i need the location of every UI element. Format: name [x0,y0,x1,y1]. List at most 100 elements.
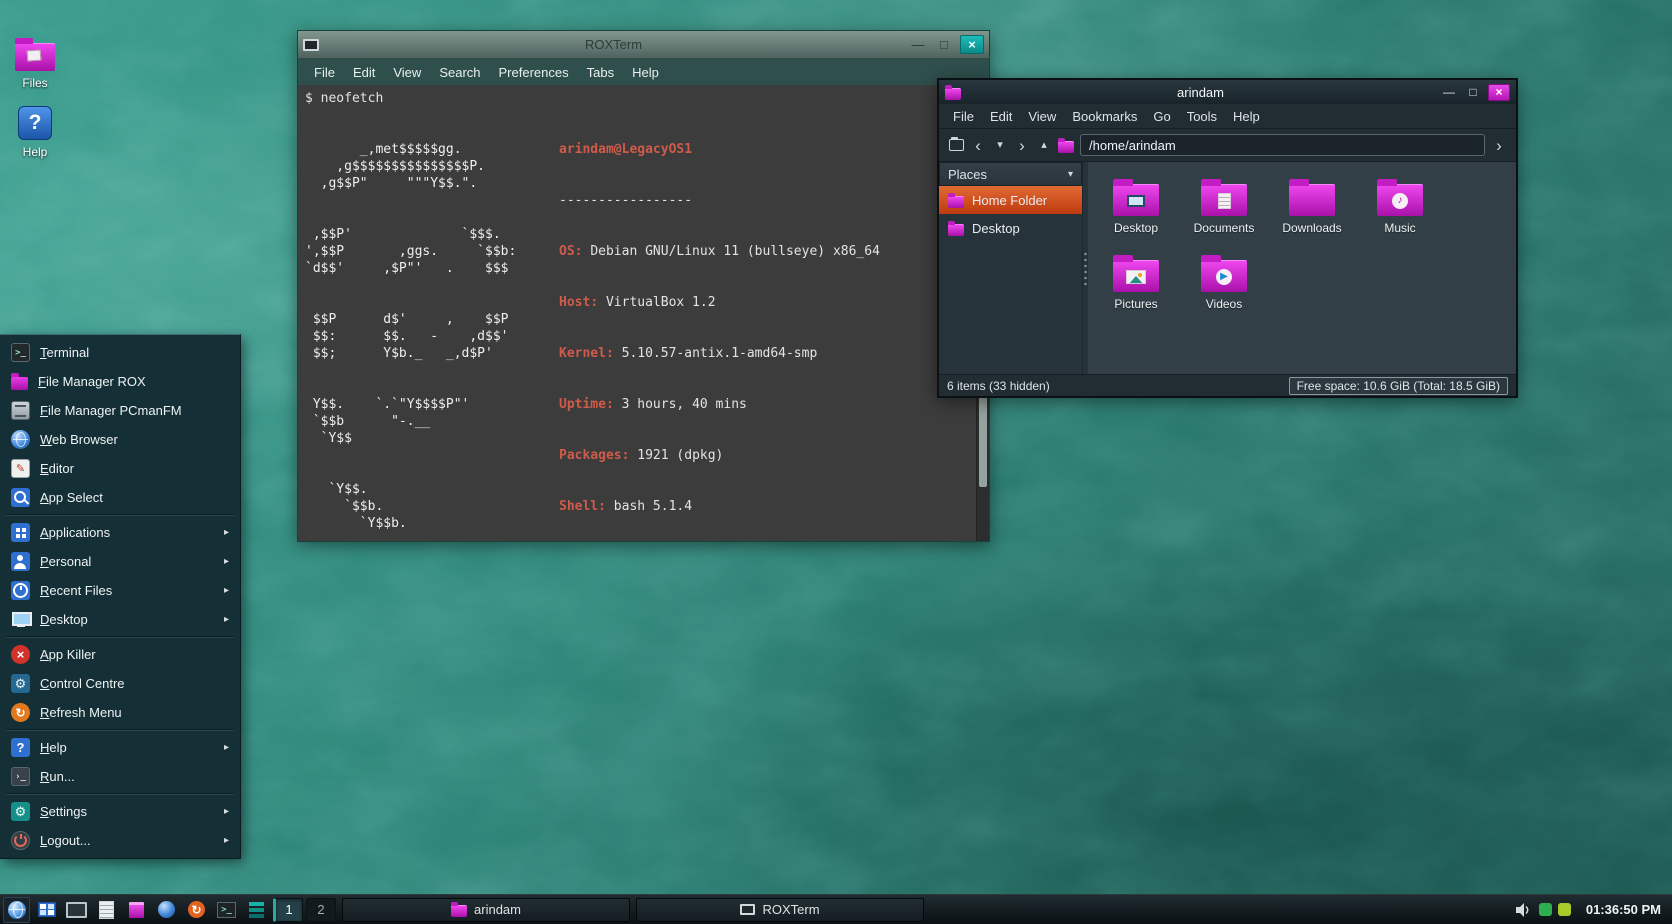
menu-item-file-manager-pcmanfm[interactable]: File Manager PCmanFM [0,396,240,425]
files-folder-icon [15,43,55,71]
info-row: Shellbash 5.1.4 [559,498,911,515]
app-killer-icon [11,645,30,664]
menu-item-terminal[interactable]: Terminal [0,338,240,367]
folder-item-videos[interactable]: ▶ Videos [1180,252,1268,328]
folder-item-documents[interactable]: Documents [1180,176,1268,252]
menu-item-control-centre[interactable]: Control Centre [0,669,240,698]
menu-item-help[interactable]: Help▸ [0,733,240,762]
command-line: $ neofetch [305,90,976,107]
volume-icon[interactable] [1515,903,1533,917]
roxterm-window: ROXTerm — □ × File Edit View Search Pref… [297,30,990,542]
folder-item-pictures[interactable]: Pictures [1092,252,1180,328]
close-button[interactable]: × [960,35,984,54]
quick-launch-package-manager[interactable] [123,897,150,923]
menu-edit[interactable]: Edit [982,106,1020,127]
menu-edit[interactable]: Edit [345,62,383,83]
maximize-button[interactable]: □ [1464,85,1482,99]
minimize-button[interactable]: — [1440,85,1458,99]
terminal-viewport[interactable]: $ neofetch _,met$$$$$gg. ,g$$$$$$$$$$$$$… [298,85,976,541]
quick-launch-workspaces[interactable] [243,897,270,923]
up-button[interactable]: ▴ [1036,140,1052,151]
menu-item-app-select[interactable]: App Select [0,483,240,512]
menu-view[interactable]: View [385,62,429,83]
menu-go[interactable]: Go [1145,106,1178,127]
new-tab-button[interactable] [948,139,964,151]
roxterm-menubar: File Edit View Search Preferences Tabs H… [298,59,989,85]
places-mode-selector[interactable]: Places ▾ [939,162,1082,186]
refresh-icon [11,703,30,722]
menu-item-run[interactable]: Run... [0,762,240,791]
tray-icon[interactable] [1558,903,1571,916]
file-manager-body: Places ▾ Home Folder Desktop Desktop [939,162,1516,374]
terminal-window-icon [303,39,319,51]
menu-item-app-killer[interactable]: App Killer [0,640,240,669]
sidebar-item-desktop[interactable]: Desktop [939,214,1082,242]
file-manager-titlebar[interactable]: arindam — □ × [939,80,1516,104]
tray-icon[interactable] [1539,903,1552,916]
status-bar: 6 items (33 hidden) Free space: 10.6 GiB… [939,374,1516,396]
menu-help[interactable]: Help [624,62,667,83]
menu-item-web-browser[interactable]: Web Browser [0,425,240,454]
desktop-icon-label: Help [23,145,48,159]
submenu-arrow-icon: ▸ [224,585,229,596]
menu-tabs[interactable]: Tabs [579,62,622,83]
menu-bookmarks[interactable]: Bookmarks [1064,106,1145,127]
taskbar-task-roxterm[interactable]: ROXTerm [636,898,924,922]
menu-preferences[interactable]: Preferences [491,62,577,83]
quick-launch-window-list[interactable] [33,897,60,923]
submenu-arrow-icon: ▸ [224,527,229,538]
menu-item-applications[interactable]: Applications▸ [0,518,240,547]
menu-item-file-manager-rox[interactable]: File Manager ROX [0,367,240,396]
menu-item-settings[interactable]: Settings▸ [0,797,240,826]
folder-item-desktop[interactable]: Desktop [1092,176,1180,252]
folder-item-downloads[interactable]: Downloads [1268,176,1356,252]
folder-item-music[interactable]: ♪ Music [1356,176,1444,252]
start-menu-button[interactable] [3,897,30,923]
forward-button[interactable]: › [1014,137,1030,154]
menu-item-refresh-menu[interactable]: Refresh Menu [0,698,240,727]
menu-item-personal[interactable]: Personal▸ [0,547,240,576]
quick-launch-terminal[interactable] [213,897,240,923]
go-button[interactable]: › [1491,137,1507,154]
roxterm-titlebar[interactable]: ROXTerm — □ × [298,31,989,59]
menu-item-desktop[interactable]: Desktop▸ [0,605,240,634]
menu-view[interactable]: View [1020,106,1064,127]
splitter-grip-icon [1084,251,1087,285]
folder-icon: ▶ [1201,260,1247,292]
quick-launch-text-editor[interactable] [93,897,120,923]
desktop-icon-files[interactable]: Files [6,36,64,90]
window-title: ROXTerm [325,37,902,52]
file-icon-view[interactable]: Desktop Documents Downloads ♪ Music Pict… [1088,162,1516,374]
history-dropdown-icon[interactable]: ▾ [992,140,1008,151]
quick-launch-monitor[interactable] [63,897,90,923]
menu-search[interactable]: Search [431,62,488,83]
menu-item-recent-files[interactable]: Recent Files▸ [0,576,240,605]
info-row: Packages1921 (dpkg) [559,447,911,464]
close-button[interactable]: × [1488,84,1510,101]
free-space-indicator: Free space: 10.6 GiB (Total: 18.5 GiB) [1289,377,1508,395]
workspace-2-button[interactable]: 2 [306,898,336,922]
sidebar-item-home-folder[interactable]: Home Folder [939,186,1082,214]
items-count: 6 items (33 hidden) [947,379,1050,393]
menu-tools[interactable]: Tools [1179,106,1225,127]
menu-help[interactable]: Help [1225,106,1268,127]
home-button[interactable] [1058,138,1074,153]
applications-icon [11,523,30,542]
menu-file[interactable]: File [306,62,343,83]
maximize-button[interactable]: □ [934,37,954,52]
quick-launch-web-browser[interactable] [153,897,180,923]
back-button[interactable]: ‹ [970,137,986,154]
quick-launch-updater[interactable] [183,897,210,923]
workspace-1-button[interactable]: 1 [273,898,303,922]
taskbar-task-arindam[interactable]: arindam [342,898,630,922]
minimize-button[interactable]: — [908,37,928,52]
desktop-icon-help[interactable]: Help [6,106,64,159]
taskbar-clock[interactable]: 01:36:50 PM [1578,902,1669,917]
start-menu: Terminal File Manager ROX File Manager P… [0,334,241,859]
chevron-down-icon: ▾ [1068,169,1073,180]
menu-separator [6,729,234,731]
menu-item-editor[interactable]: Editor [0,454,240,483]
path-input[interactable] [1080,134,1485,156]
menu-item-logout[interactable]: Logout...▸ [0,826,240,855]
menu-file[interactable]: File [945,106,982,127]
